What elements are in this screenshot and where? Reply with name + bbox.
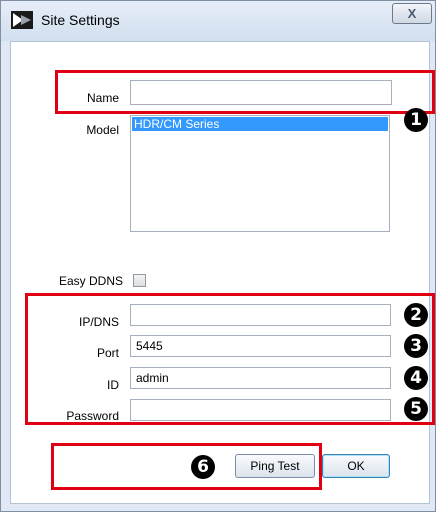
annotation-box-connection [25,293,435,425]
dialog-title: Site Settings [41,12,120,28]
model-listbox[interactable]: HDR/CM Series [130,115,390,232]
easy-ddns-label: Easy DDNS [58,274,123,288]
model-option-hdr-cm-series[interactable]: HDR/CM Series [132,117,388,131]
site-settings-dialog: Site Settings X Name Model HDR/CM Series… [0,0,436,512]
close-button[interactable]: X [392,3,432,24]
annotation-badge-5: 5 [404,397,428,421]
easy-ddns-checkbox[interactable] [133,274,146,287]
app-logo-icon [11,11,33,29]
ok-button[interactable]: OK [322,454,390,478]
annotation-badge-4: 4 [404,366,428,390]
annotation-badge-3: 3 [404,334,428,358]
annotation-badge-1: 1 [404,108,428,132]
annotation-badge-6: 6 [191,455,215,479]
annotation-box-buttons [51,443,322,490]
annotation-box-name [55,70,435,114]
title-bar[interactable]: Site Settings X [1,1,435,41]
annotation-badge-2: 2 [404,303,428,327]
model-label: Model [86,123,119,137]
